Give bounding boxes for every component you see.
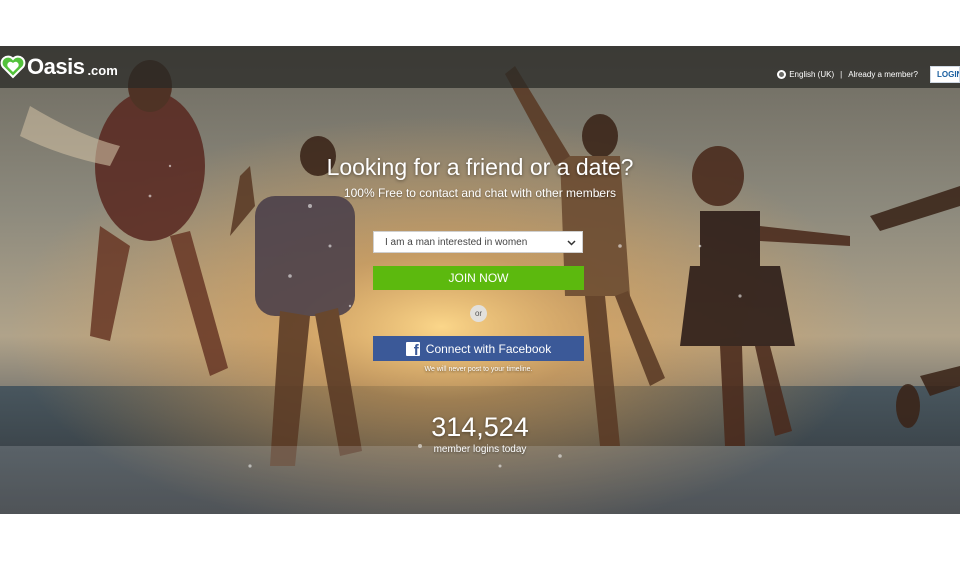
- globe-icon: [777, 69, 787, 79]
- menu-separator: |: [840, 69, 843, 79]
- language-label: English (UK): [789, 69, 835, 79]
- hero-subline: 100% Free to contact and chat with other…: [343, 186, 617, 200]
- interest-select[interactable]: I am a man interested in women: [373, 231, 583, 253]
- facebook-note: We will never post to your timeline.: [424, 366, 533, 373]
- login-button[interactable]: LOGIN: [930, 65, 960, 83]
- join-now-button[interactable]: JOIN NOW: [373, 266, 584, 290]
- login-count-label: member logins today: [433, 444, 527, 455]
- facebook-button-label: Connect with Facebook: [425, 341, 552, 356]
- top-right-menu: English (UK) | Already a member? LOGIN: [777, 65, 960, 83]
- chevron-down-icon: [567, 239, 576, 246]
- heart-icon: [0, 55, 26, 79]
- interest-select-value: I am a man interested in women: [385, 236, 528, 248]
- already-member-text: Already a member?: [848, 69, 918, 79]
- hero-headline: Looking for a friend or a date?: [326, 154, 634, 180]
- facebook-icon: f: [405, 341, 420, 356]
- login-count: 314,524: [431, 412, 529, 442]
- or-divider: or: [470, 305, 487, 322]
- logo-brand-text: Oasis: [27, 54, 85, 79]
- connect-facebook-button[interactable]: f Connect with Facebook: [373, 336, 584, 361]
- logo-domain-text: .com: [87, 62, 118, 78]
- site-logo[interactable]: Oasis .com: [0, 52, 118, 82]
- top-navigation-bar: Oasis .com English (UK) | Already a memb…: [0, 46, 960, 88]
- language-selector[interactable]: English (UK): [777, 69, 835, 79]
- page-frame: Oasis .com English (UK) | Already a memb…: [0, 46, 960, 514]
